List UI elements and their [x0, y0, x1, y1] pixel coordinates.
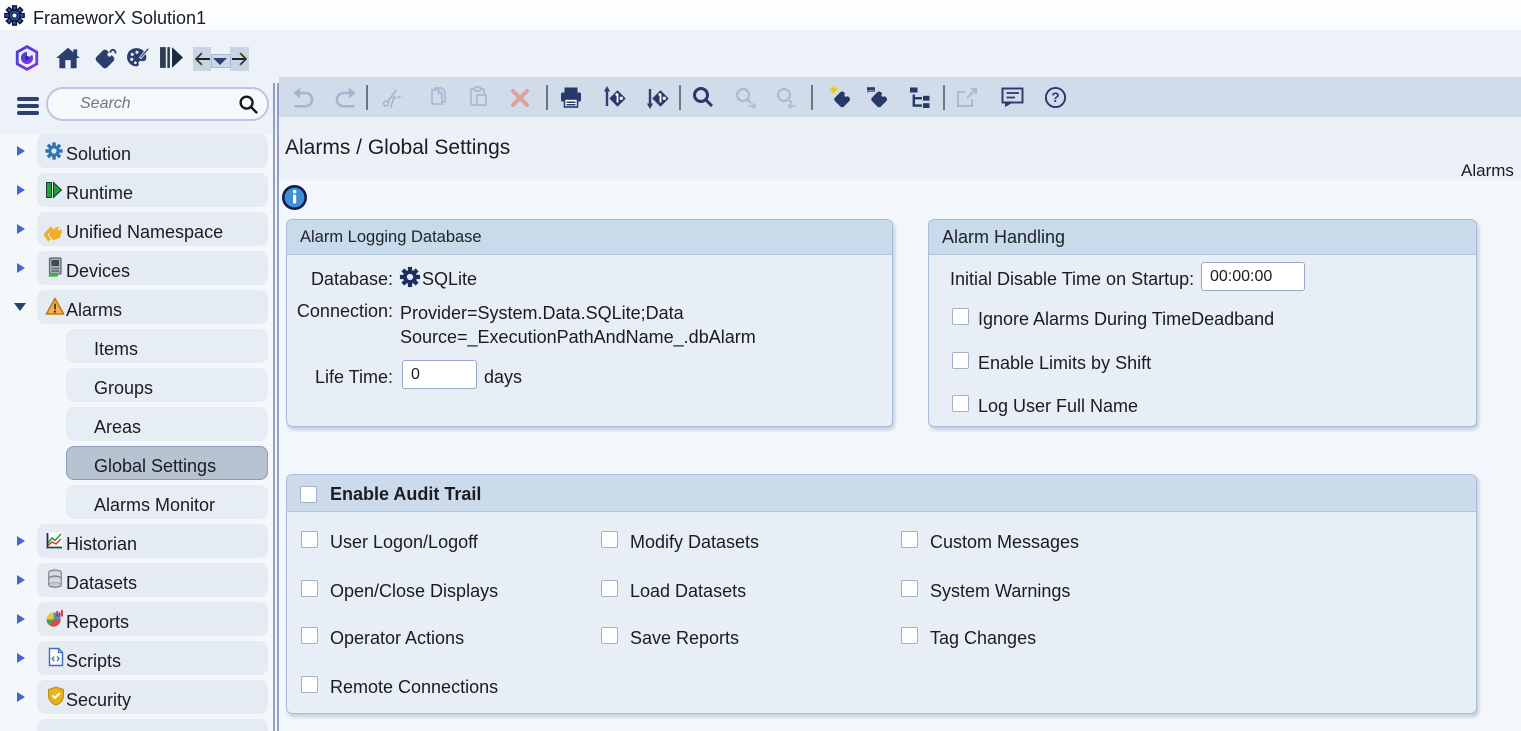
svg-text:?: ? — [1051, 90, 1059, 105]
